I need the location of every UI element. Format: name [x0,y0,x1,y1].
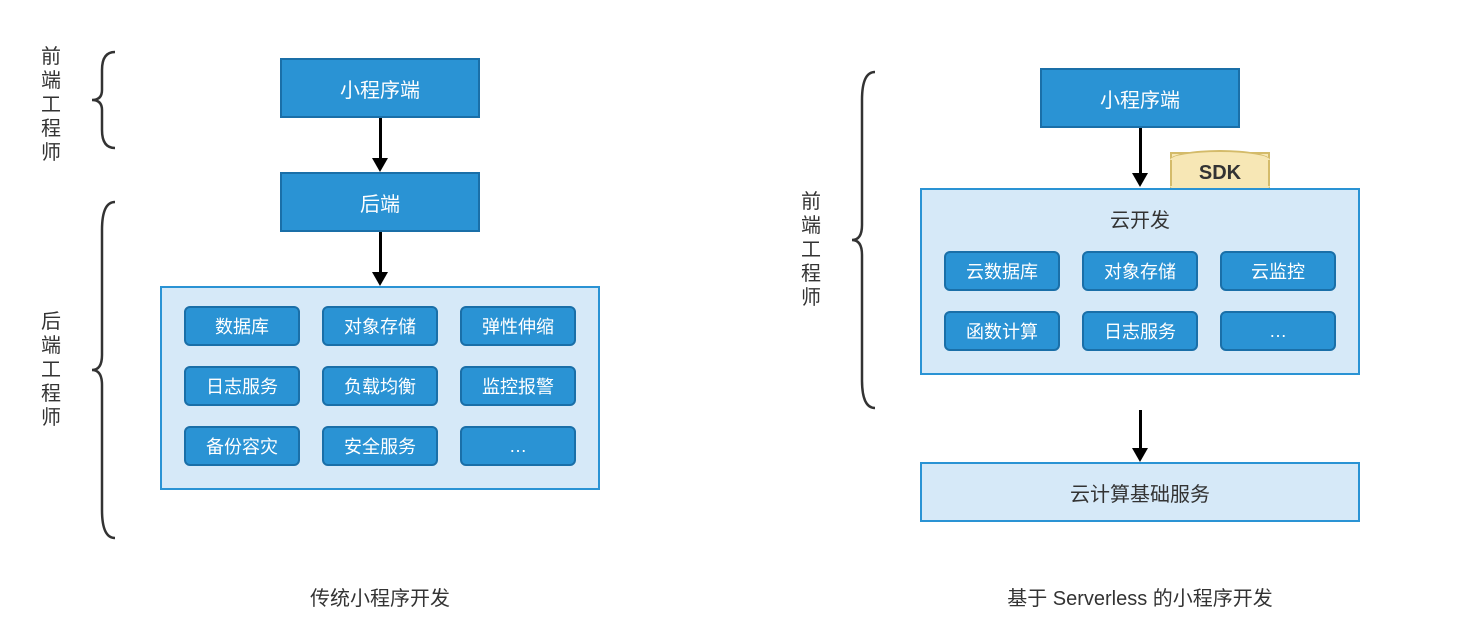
service-chip: 弹性伸缩 [460,306,576,346]
cloud-service-chip: 日志服务 [1082,311,1198,351]
role-backend-label: 后端工程师 [40,310,62,430]
role-frontend-label: 前端工程师 [40,45,62,165]
service-chip: … [460,426,576,466]
services-container: 数据库对象存储弹性伸缩日志服务负载均衡监控报警备份容灾安全服务 … [160,286,600,490]
box-miniprogram: 小程序端 [1040,68,1240,128]
cloud-dev-title: 云开发 [922,190,1358,245]
service-chip: 负载均衡 [322,366,438,406]
cloud-service-chip: 对象存储 [1082,251,1198,291]
cloud-service-chip: 云监控 [1220,251,1336,291]
arrow-icon [372,118,388,172]
box-cloud-base: 云计算基础服务 [920,462,1360,522]
arrow-icon [372,232,388,286]
service-chip: 备份容灾 [184,426,300,466]
service-chip: 安全服务 [322,426,438,466]
arrow-icon [1132,410,1148,462]
arrow-icon [1132,128,1148,187]
brace-icon [90,200,120,540]
cloud-dev-container: 云开发 云数据库对象存储云监控函数计算日志服务 … [920,188,1360,375]
cloud-service-chip: 函数计算 [944,311,1060,351]
cloud-service-chip: … [1220,311,1336,351]
caption-serverless: 基于 Serverless 的小程序开发 [920,582,1360,611]
brace-icon [850,70,880,410]
caption-traditional: 传统小程序开发 [160,582,600,611]
service-chip: 数据库 [184,306,300,346]
service-chip: 监控报警 [460,366,576,406]
box-backend: 后端 [280,172,480,232]
service-chip: 日志服务 [184,366,300,406]
cloud-service-chip: 云数据库 [944,251,1060,291]
brace-icon [90,50,120,150]
service-chip: 对象存储 [322,306,438,346]
role-frontend-label: 前端工程师 [800,190,822,310]
box-miniprogram: 小程序端 [280,58,480,118]
